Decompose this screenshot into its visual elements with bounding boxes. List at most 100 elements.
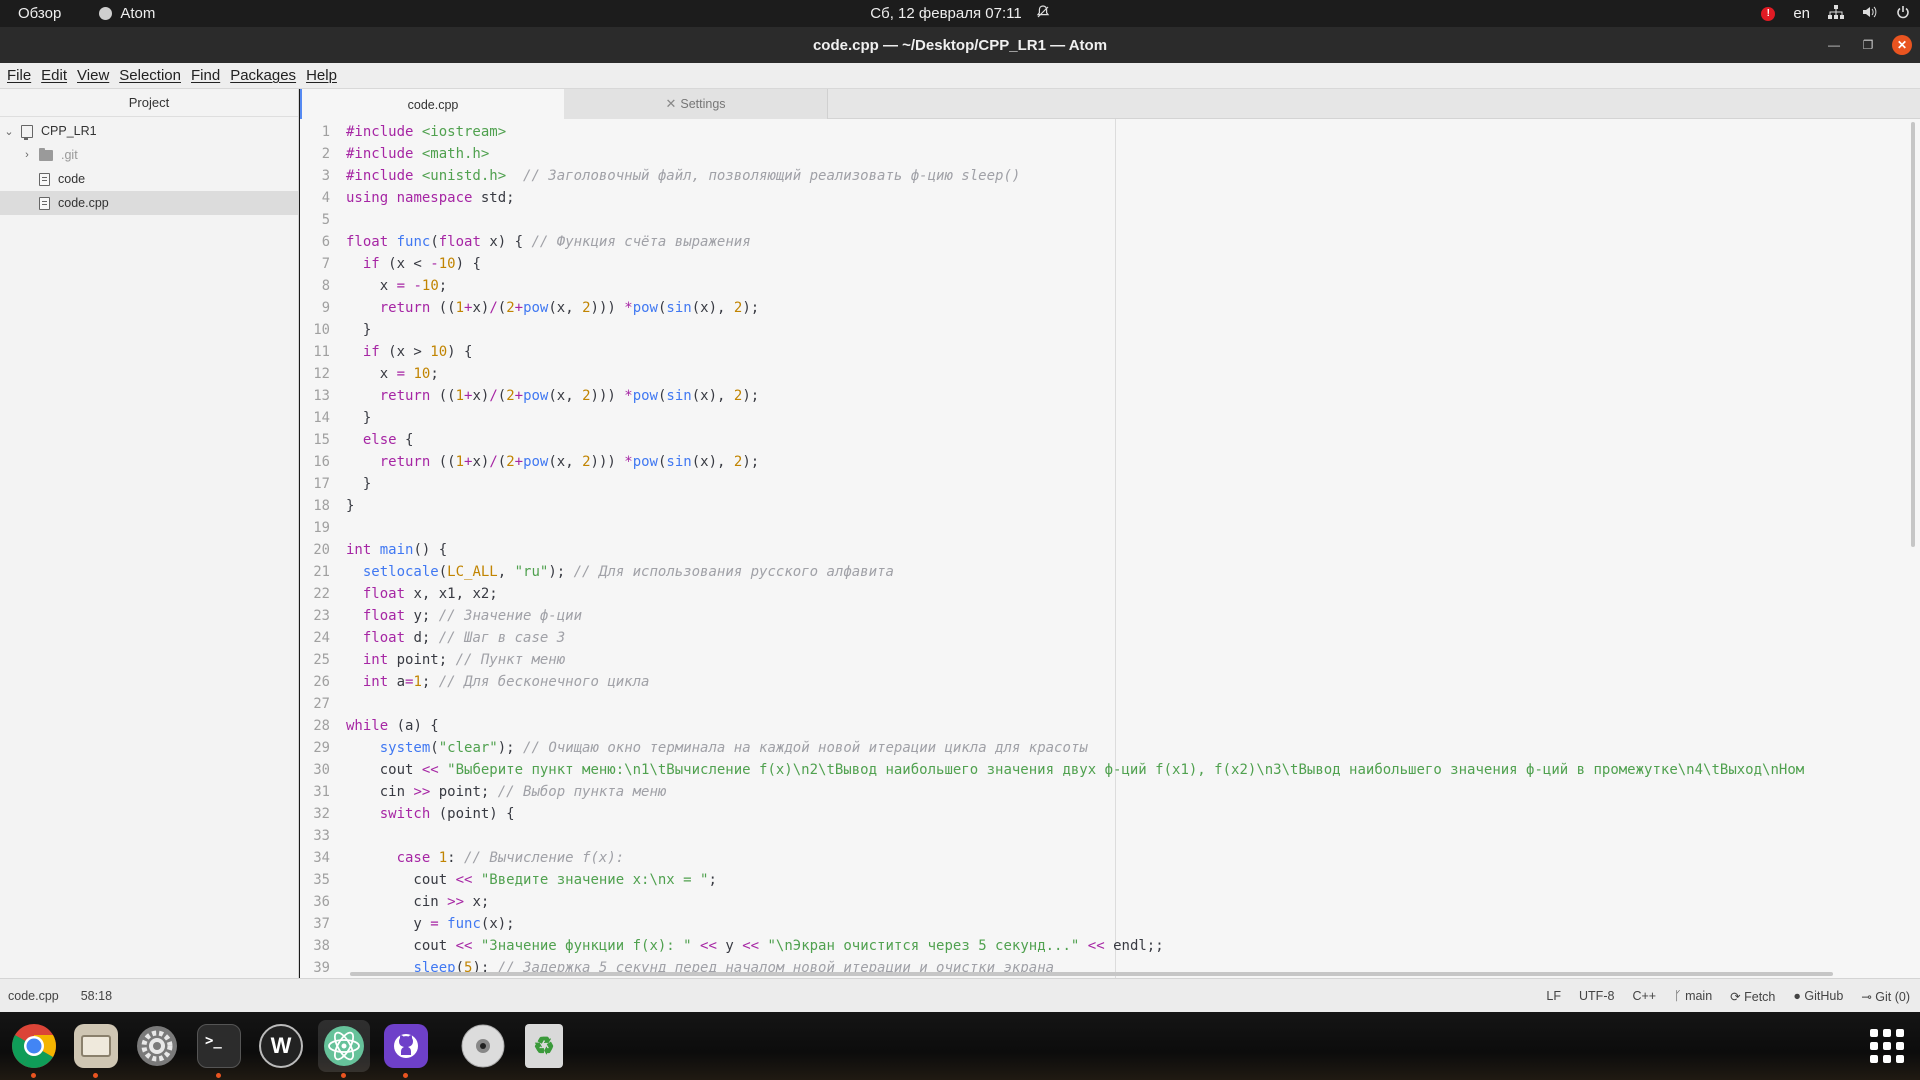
line-number[interactable]: 33 xyxy=(300,825,330,847)
menu-edit[interactable]: Edit xyxy=(36,67,72,84)
dock-github-desktop[interactable] xyxy=(380,1020,432,1078)
line-number[interactable]: 9 xyxy=(300,297,330,319)
dock-webstorm[interactable]: W xyxy=(255,1020,307,1072)
line-number[interactable]: 15 xyxy=(300,429,330,451)
code-line[interactable]: else { xyxy=(346,429,414,451)
code-line[interactable]: float d; // Шаг в case 3 xyxy=(346,627,565,649)
line-number[interactable]: 19 xyxy=(300,517,330,539)
line-number[interactable]: 28 xyxy=(300,715,330,737)
network-icon[interactable] xyxy=(1828,5,1844,22)
window-title-bar[interactable]: code.cpp — ~/Desktop/CPP_LR1 — Atom — ❐ … xyxy=(0,27,1920,63)
status-git[interactable]: ⊸ Git (0) xyxy=(1861,989,1910,1004)
status-encoding[interactable]: UTF-8 xyxy=(1579,989,1614,1003)
line-number[interactable]: 23 xyxy=(300,605,330,627)
tree-item-code[interactable]: code xyxy=(0,167,298,191)
code-line[interactable]: while (a) { xyxy=(346,715,439,737)
status-fetch[interactable]: ⟳ Fetch xyxy=(1730,989,1775,1004)
alert-indicator-icon[interactable]: ! xyxy=(1761,6,1776,21)
code-line[interactable]: float x, x1, x2; xyxy=(346,583,498,605)
code-line[interactable]: } xyxy=(346,407,371,429)
code-line[interactable]: x = -10; xyxy=(346,275,447,297)
line-number[interactable]: 13 xyxy=(300,385,330,407)
code-line[interactable]: return ((1+x)/(2+pow(x, 2))) *pow(sin(x)… xyxy=(346,385,759,407)
code-line[interactable]: return ((1+x)/(2+pow(x, 2))) *pow(sin(x)… xyxy=(346,297,759,319)
tree-root-cpp-lr1[interactable]: ⌄ CPP_LR1 xyxy=(0,119,298,143)
horizontal-scrollbar[interactable] xyxy=(350,972,1833,976)
code-line[interactable]: cin >> point; // Выбор пункта меню xyxy=(346,781,667,803)
tree-view-header[interactable]: Project xyxy=(0,89,298,117)
line-number[interactable]: 30 xyxy=(300,759,330,781)
line-number[interactable]: 26 xyxy=(300,671,330,693)
dock-terminal[interactable]: >_ xyxy=(193,1020,245,1078)
dock-trash[interactable]: ♻ xyxy=(518,1020,570,1072)
menu-help[interactable]: Help xyxy=(301,67,342,84)
tree-item-git[interactable]: › .git xyxy=(0,143,298,167)
code-line[interactable]: return ((1+x)/(2+pow(x, 2))) *pow(sin(x)… xyxy=(346,451,759,473)
line-number[interactable]: 18 xyxy=(300,495,330,517)
app-menu[interactable]: Atom xyxy=(79,5,155,22)
line-number-gutter[interactable]: 1 2 3 4 5 6 7 8 9 10 11 12 13 14 15 16 17 18 19 20 21 22 23 24 2… xyxy=(300,119,330,978)
show-applications-button[interactable] xyxy=(1861,1020,1913,1072)
line-number[interactable]: 1 xyxy=(300,121,330,143)
line-number[interactable]: 22 xyxy=(300,583,330,605)
dock-files[interactable] xyxy=(70,1020,122,1078)
code-line[interactable]: #include <iostream> xyxy=(346,121,506,143)
line-number[interactable]: 7 xyxy=(300,253,330,275)
minimize-icon[interactable]: — xyxy=(1824,35,1844,55)
line-number[interactable]: 25 xyxy=(300,649,330,671)
menu-view[interactable]: View xyxy=(72,67,114,84)
line-number[interactable]: 2 xyxy=(300,143,330,165)
line-number[interactable]: 6 xyxy=(300,231,330,253)
code-line[interactable]: cout << "Введите значение x:\nx = "; xyxy=(346,869,716,891)
code-line[interactable]: switch (point) { xyxy=(346,803,515,825)
tree-item-code-cpp[interactable]: code.cpp xyxy=(0,191,298,215)
code-line[interactable]: system("clear"); // Очищаю окно терминал… xyxy=(346,737,1088,759)
code-line[interactable]: #include <math.h> xyxy=(346,143,489,165)
line-number[interactable]: 11 xyxy=(300,341,330,363)
line-number[interactable]: 10 xyxy=(300,319,330,341)
line-number[interactable]: 17 xyxy=(300,473,330,495)
line-number[interactable]: 4 xyxy=(300,187,330,209)
code-line[interactable]: int main() { xyxy=(346,539,447,561)
code-line[interactable]: case 1: // Вычисление f(x): xyxy=(346,847,625,869)
status-file-path[interactable]: code.cpp xyxy=(8,989,59,1003)
power-icon[interactable] xyxy=(1896,5,1910,22)
volume-icon[interactable] xyxy=(1862,5,1878,22)
menu-find[interactable]: Find xyxy=(186,67,225,84)
code-line[interactable]: using namespace std; xyxy=(346,187,515,209)
code-line[interactable]: int a=1; // Для бесконечного цикла xyxy=(346,671,650,693)
status-branch[interactable]: ᚴ main xyxy=(1674,989,1712,1003)
code-line[interactable]: setlocale(LC_ALL, "ru"); // Для использо… xyxy=(346,561,894,583)
line-number[interactable]: 5 xyxy=(300,209,330,231)
code-line[interactable]: cout << "Значение функции f(x): " << y <… xyxy=(346,935,1163,957)
line-number[interactable]: 12 xyxy=(300,363,330,385)
code-line[interactable]: int point; // Пункт меню xyxy=(346,649,565,671)
status-line-ending[interactable]: LF xyxy=(1546,989,1561,1003)
line-number[interactable]: 32 xyxy=(300,803,330,825)
code-line[interactable]: if (x > 10) { xyxy=(346,341,473,363)
dock-atom[interactable] xyxy=(318,1020,370,1078)
dock-chrome[interactable] xyxy=(8,1020,60,1078)
code-line[interactable]: y = func(x); xyxy=(346,913,514,935)
code-line[interactable]: float func(float x) { // Функция счёта в… xyxy=(346,231,751,253)
maximize-icon[interactable]: ❐ xyxy=(1858,35,1878,55)
line-number[interactable]: 14 xyxy=(300,407,330,429)
line-number[interactable]: 8 xyxy=(300,275,330,297)
line-number[interactable]: 36 xyxy=(300,891,330,913)
vertical-scrollbar[interactable] xyxy=(1911,122,1915,547)
status-cursor-position[interactable]: 58:18 xyxy=(81,989,112,1003)
code-line[interactable]: } xyxy=(346,473,371,495)
close-icon[interactable]: ✕ xyxy=(1892,35,1912,55)
line-number[interactable]: 21 xyxy=(300,561,330,583)
activities-button[interactable]: Обзор xyxy=(0,5,79,22)
code-line[interactable]: x = 10; xyxy=(346,363,439,385)
code-line[interactable]: } xyxy=(346,319,371,341)
dock-settings[interactable] xyxy=(131,1020,183,1072)
line-number[interactable]: 3 xyxy=(300,165,330,187)
line-number[interactable]: 34 xyxy=(300,847,330,869)
line-number[interactable]: 38 xyxy=(300,935,330,957)
tab-settings[interactable]: ✕ Settings xyxy=(564,89,828,119)
tab-code-cpp[interactable]: code.cpp xyxy=(300,89,564,120)
keyboard-layout-indicator[interactable]: en xyxy=(1793,5,1810,22)
code-line[interactable]: if (x < -10) { xyxy=(346,253,481,275)
